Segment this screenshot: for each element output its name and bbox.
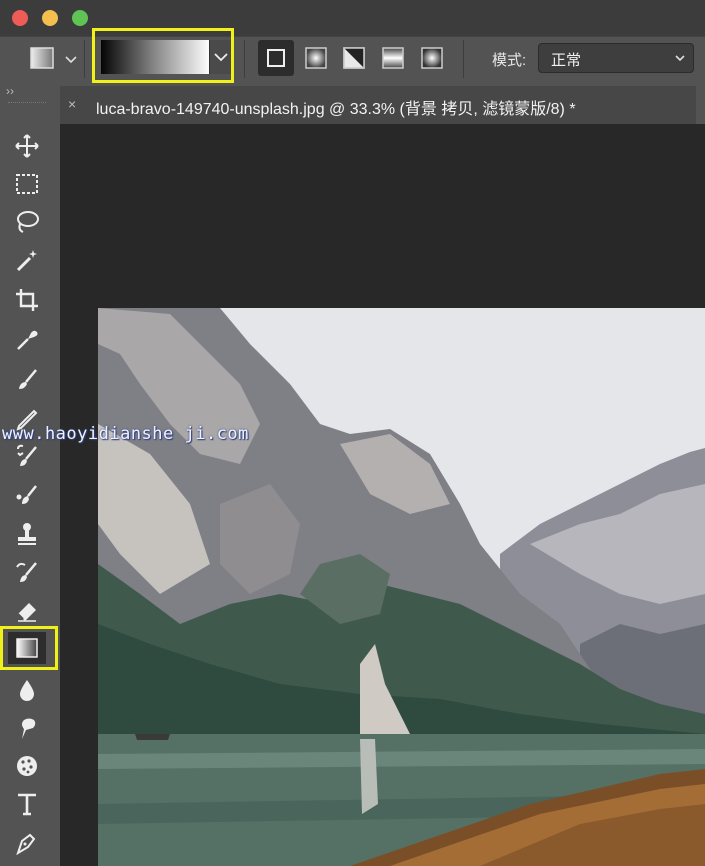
toolbox-collapse-button[interactable]: ›› [6,84,14,98]
type-tool-icon[interactable] [8,788,46,820]
eyedropper-tool-icon[interactable] [8,324,46,356]
minimize-window-button[interactable] [42,10,58,26]
canvas-area[interactable] [60,124,705,866]
stamp-tool-icon[interactable] [8,518,46,550]
document-tab[interactable]: × luca-bravo-149740-unsplash.jpg @ 33.3%… [60,86,696,124]
watermark: www.haoyidianshe ji.com [2,424,249,444]
tab-close-button[interactable]: × [68,96,76,112]
move-tool-icon[interactable] [8,130,46,162]
gradient-tool-preset-icon[interactable] [30,47,54,69]
art-history-brush-tool-icon[interactable] [8,556,46,588]
mode-value: 正常 [551,52,582,69]
toolbox-grip [8,102,46,105]
lasso-tool-icon[interactable] [8,206,46,238]
document-image [98,308,705,866]
mixer-brush-tool-icon[interactable] [8,480,46,512]
gradient-tool-highlight [0,626,58,670]
smudge-tool-icon[interactable] [8,712,46,744]
chevron-down-icon[interactable] [64,52,78,70]
eraser-tool-icon[interactable] [8,594,46,626]
magic-wand-tool-icon[interactable] [8,244,46,276]
radial-gradient-button[interactable] [304,46,328,75]
separator [84,40,85,78]
brush-tool-icon[interactable] [8,364,46,396]
zoom-window-button[interactable] [72,10,88,26]
diamond-gradient-button[interactable] [420,46,444,75]
mode-label: 模式: [492,52,527,69]
linear-gradient-button[interactable] [258,40,294,76]
document-tab-title: luca-bravo-149740-unsplash.jpg @ 33.3% (… [96,101,576,118]
reflected-gradient-button[interactable] [381,46,405,75]
history-brush-tool-icon[interactable] [8,440,46,472]
sponge-tool-icon[interactable] [8,750,46,782]
gradient-picker-highlight [92,28,234,83]
separator [463,40,464,78]
mode-select[interactable]: 正常 [538,43,694,73]
crop-tool-icon[interactable] [8,284,46,316]
chevron-down-icon [675,55,685,62]
rect-marquee-tool-icon[interactable] [8,168,46,200]
blur-tool-icon[interactable] [8,674,46,706]
angle-gradient-button[interactable] [342,46,366,75]
document-tab-bar: × luca-bravo-149740-unsplash.jpg @ 33.3%… [60,86,705,124]
close-window-button[interactable] [12,10,28,26]
pen-tool-icon[interactable] [8,826,46,858]
separator [244,40,245,78]
